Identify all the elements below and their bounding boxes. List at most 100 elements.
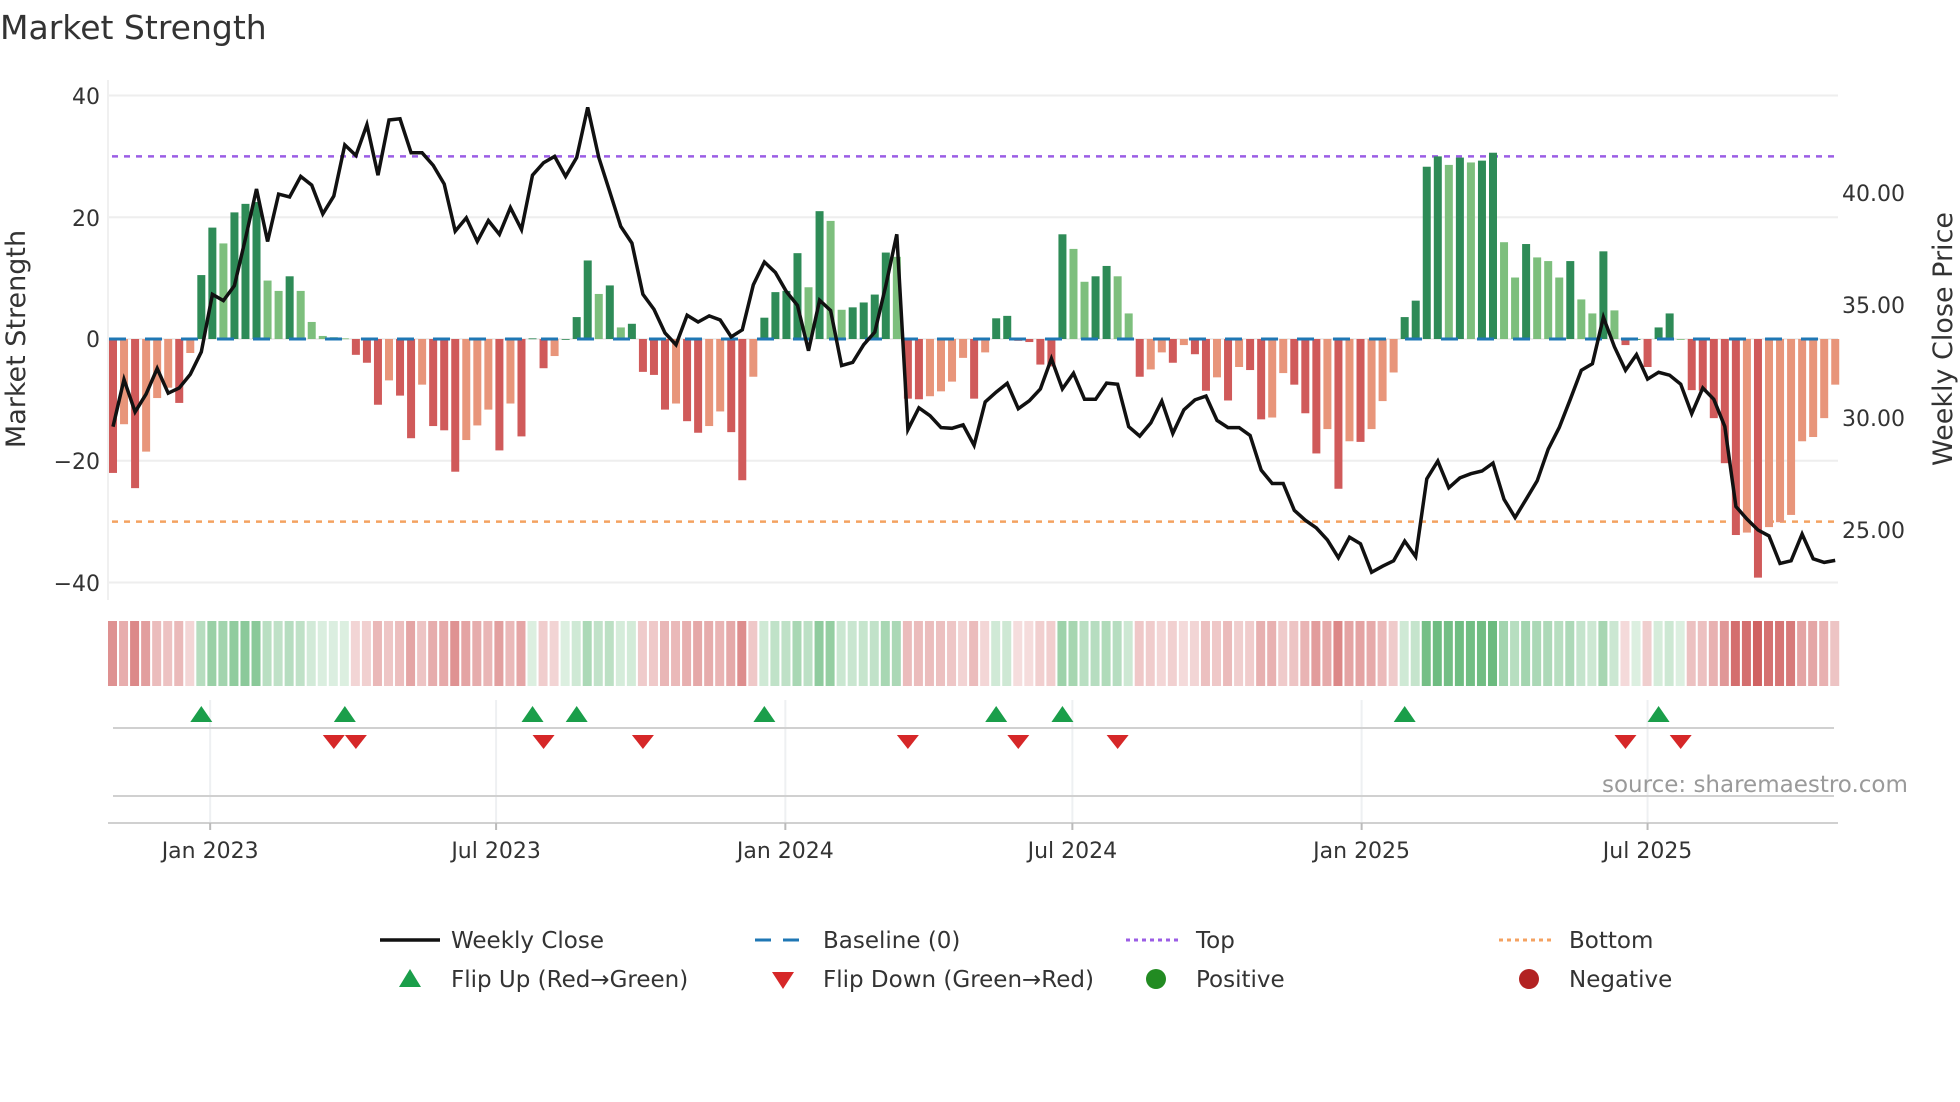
heat-strip-cell: [1598, 621, 1608, 686]
flip-up-marker: [565, 706, 588, 722]
heat-strip-cell: [991, 621, 1001, 686]
strength-bar: [186, 339, 195, 354]
heat-strip-cell: [1267, 621, 1277, 686]
heat-strip-cell: [1543, 621, 1553, 686]
strength-bar: [429, 339, 438, 427]
heat-strip-cell: [891, 621, 901, 686]
strength-bar: [925, 339, 934, 397]
strength-bar: [164, 339, 173, 388]
heat-strip-cell: [1675, 621, 1685, 686]
heat-strip-cell: [1024, 621, 1034, 686]
heat-strip-cell: [406, 621, 416, 686]
heat-strip-cell: [1256, 621, 1266, 686]
heat-strip-cell: [560, 621, 570, 686]
heat-strip-cell: [450, 621, 460, 686]
heat-strip-cell: [1333, 621, 1343, 686]
heat-strip-cell: [240, 621, 250, 686]
legend-item-positive: Positive: [1146, 967, 1285, 993]
heat-strip-cell: [1013, 621, 1023, 686]
strength-bar: [1489, 152, 1497, 339]
strength-bar: [1776, 339, 1785, 523]
heat-strip-cell: [748, 621, 758, 686]
heat-strip-cell: [1101, 621, 1111, 686]
strength-bar: [1831, 339, 1840, 385]
heat-strip-cell: [1189, 621, 1199, 686]
y-tick-label: 0: [86, 328, 100, 353]
heat-strip-cell: [770, 621, 780, 686]
strength-bar: [296, 290, 305, 339]
strength-bar: [948, 339, 957, 382]
heat-strip-cell: [1090, 621, 1100, 686]
strength-bar: [727, 339, 736, 433]
strength-bar: [760, 317, 769, 339]
heat-strip-cell: [1079, 621, 1089, 686]
heat-strip-cell: [229, 621, 239, 686]
heat-strip-cell: [1234, 621, 1244, 686]
heat-strip-cell: [1355, 621, 1365, 686]
strength-bar: [992, 318, 1001, 339]
heat-strip-cell: [461, 621, 471, 686]
heat-strip-cell: [847, 621, 857, 686]
strength-bar: [837, 309, 846, 339]
heat-strip-cell: [648, 621, 658, 686]
flip-down-marker: [344, 735, 367, 749]
heat-strip-cell: [1708, 621, 1718, 686]
flip-up-marker: [190, 706, 213, 722]
heat-strip-cell: [660, 621, 669, 686]
triangle-down-icon: [772, 972, 794, 989]
y-tick-label: −40: [54, 572, 100, 597]
heat-strip-cell: [218, 621, 228, 686]
heat-strip-cell: [858, 621, 868, 686]
strength-bar: [1687, 339, 1696, 391]
strength-bar: [1511, 277, 1520, 339]
heat-strip: [108, 621, 1840, 686]
heat-strip-cell: [1443, 621, 1453, 686]
heat-strip-cell: [295, 621, 305, 686]
flip-down-marker: [1614, 735, 1637, 749]
strength-bar: [1389, 339, 1398, 373]
heat-strip-cell: [1686, 621, 1696, 686]
strength-bar: [970, 339, 979, 399]
strength-bar: [782, 290, 791, 339]
heat-strip-cell: [174, 621, 184, 686]
strength-bar: [462, 339, 471, 441]
heat-strip-cell: [781, 621, 791, 686]
strength-bar: [285, 276, 294, 339]
heat-strip-cell: [1432, 621, 1442, 686]
strength-bar: [848, 307, 857, 339]
heat-strip-cell: [803, 621, 813, 686]
strength-bar: [1411, 300, 1420, 339]
heat-strip-cell: [715, 621, 725, 686]
heat-strip-cell: [1465, 621, 1475, 686]
heat-strip-cell: [439, 621, 449, 686]
legend-item-flip-down: Flip Down (Green→Red): [772, 967, 1094, 993]
heat-strip-cell: [1697, 621, 1707, 686]
heat-strip-cell: [1576, 621, 1586, 686]
strength-bar: [937, 339, 945, 392]
heat-strip-cell: [1609, 621, 1619, 686]
chart-title: Market Strength: [0, 8, 267, 47]
heat-strip-cell: [472, 621, 482, 686]
strength-bar: [672, 339, 681, 404]
legend-label: Weekly Close: [451, 928, 604, 954]
heat-strip-cell: [538, 621, 548, 686]
heat-strip-cell: [494, 621, 504, 686]
strength-bar: [561, 339, 570, 340]
heat-strip-cell: [1741, 621, 1751, 686]
heat-strip-cell: [1664, 621, 1674, 686]
heat-strip-cell: [1410, 621, 1420, 686]
flip-down-marker: [631, 735, 654, 749]
strength-bar: [1113, 276, 1122, 339]
strength-bar: [705, 339, 714, 427]
heat-strip-cell: [207, 621, 217, 686]
legend-label: Baseline (0): [823, 928, 960, 954]
strength-bar: [396, 339, 405, 396]
heat-strip-cell: [836, 621, 846, 686]
strength-bar: [1312, 339, 1321, 454]
heat-strip-cell: [1068, 621, 1078, 686]
strength-bar: [109, 339, 117, 473]
strength-bar: [1080, 281, 1089, 339]
heat-strip-cell: [682, 621, 692, 686]
strength-bar: [1157, 339, 1166, 353]
heat-strip-cell: [1123, 621, 1133, 686]
